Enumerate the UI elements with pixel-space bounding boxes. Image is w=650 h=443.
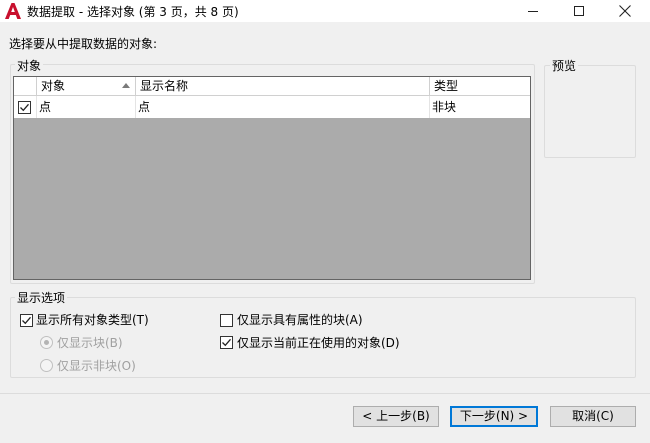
blocks-with-attributes-checkbox[interactable] <box>220 314 233 327</box>
checkmark-icon <box>22 316 31 325</box>
table-header: 对象 显示名称 类型 <box>14 77 530 96</box>
objects-in-use-checkbox[interactable] <box>220 336 233 349</box>
sort-ascending-icon <box>122 83 130 88</box>
column-header-type[interactable]: 类型 <box>430 77 530 95</box>
non-blocks-only-label: 仅显示非块(O) <box>57 359 136 373</box>
window-title: 数据提取 - 选择对象 (第 3 页，共 8 页) <box>27 5 239 19</box>
footer-separator <box>0 393 650 394</box>
show-all-types-label[interactable]: 显示所有对象类型(T) <box>36 311 149 328</box>
blocks-with-attributes-label[interactable]: 仅显示具有属性的块(A) <box>237 311 363 328</box>
cell-object: 点 <box>37 96 136 118</box>
objects-table[interactable]: 对象 显示名称 类型 点 点 非块 <box>13 76 531 280</box>
display-options-label: 显示选项 <box>15 289 68 306</box>
objects-in-use-label[interactable]: 仅显示当前正在使用的对象(D) <box>237 334 400 351</box>
table-row[interactable]: 点 点 非块 <box>14 96 530 118</box>
close-icon <box>619 5 631 17</box>
column-header-checkbox[interactable] <box>14 77 37 95</box>
maximize-button[interactable] <box>556 0 602 22</box>
non-blocks-only-radio[interactable] <box>40 359 53 372</box>
checkmark-icon <box>20 103 29 112</box>
maximize-icon <box>573 5 584 16</box>
row-checkbox[interactable] <box>18 101 31 114</box>
next-button[interactable]: 下一步(N) > <box>450 406 538 427</box>
objects-group-label: 对象 <box>15 57 44 74</box>
cell-display-name[interactable]: 点 <box>136 96 430 118</box>
minimize-icon <box>527 10 538 12</box>
autocad-a-icon <box>4 2 22 20</box>
blocks-only-label: 仅显示块(B) <box>57 336 123 350</box>
instruction-text: 选择要从中提取数据的对象: <box>9 37 158 51</box>
show-all-types-checkbox[interactable] <box>20 314 33 327</box>
cancel-button[interactable]: 取消(C) <box>550 406 636 427</box>
row-checkbox-cell <box>14 96 37 118</box>
cell-type: 非块 <box>432 100 457 114</box>
radio-selected-dot <box>44 340 49 345</box>
column-header-display-name[interactable]: 显示名称 <box>136 77 430 95</box>
close-button[interactable] <box>602 0 648 22</box>
back-button[interactable]: < 上一步(B) <box>353 406 439 427</box>
blocks-only-radio[interactable] <box>40 336 53 349</box>
preview-pane <box>544 65 636 158</box>
checkmark-icon <box>222 338 231 347</box>
minimize-button[interactable] <box>510 0 556 22</box>
preview-group-label: 预览 <box>550 57 579 74</box>
